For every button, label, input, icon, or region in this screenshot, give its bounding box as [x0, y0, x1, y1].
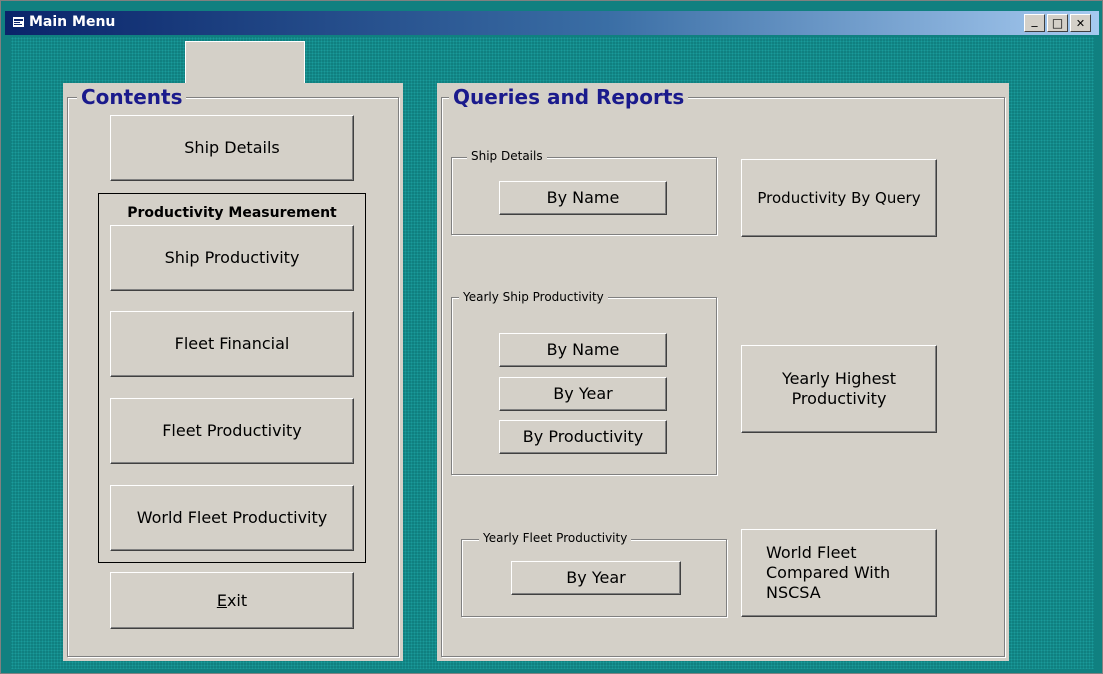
main-menu-window: Main Menu _ □ ✕ Contents Ship Details Pr…	[0, 0, 1103, 674]
yearly-highest-productivity-label: Yearly Highest Productivity	[781, 369, 897, 408]
fleet-productivity-label: Fleet Productivity	[162, 421, 302, 440]
tab-stub[interactable]	[185, 41, 305, 84]
world-fleet-compared-button[interactable]: World Fleet Compared With NSCSA	[741, 529, 937, 617]
yearly-highest-productivity-button[interactable]: Yearly Highest Productivity	[741, 345, 937, 433]
yearly-ship-by-name-label: By Name	[546, 340, 620, 359]
minimize-icon: _	[1031, 13, 1038, 27]
productivity-by-query-label: Productivity By Query	[757, 188, 921, 207]
yearly-ship-by-name-button[interactable]: By Name	[499, 333, 667, 367]
title-bar[interactable]: Main Menu _ □ ✕	[5, 11, 1099, 35]
world-fleet-productivity-label: World Fleet Productivity	[136, 508, 328, 527]
maximize-icon: □	[1051, 16, 1064, 30]
exit-mnemonic: E	[216, 590, 227, 610]
window-title: Main Menu	[29, 14, 116, 30]
contents-legend: Contents	[77, 85, 187, 109]
yearly-ship-by-year-button[interactable]: By Year	[499, 377, 667, 411]
close-icon: ✕	[1075, 16, 1086, 30]
world-fleet-productivity-button[interactable]: World Fleet Productivity	[110, 485, 354, 551]
ship-productivity-label: Ship Productivity	[164, 248, 300, 267]
world-fleet-compared-label: World Fleet Compared With NSCSA	[766, 543, 891, 602]
exit-button[interactable]: Exit	[110, 572, 354, 629]
close-button[interactable]: ✕	[1070, 14, 1091, 32]
queries-panel: Queries and Reports Ship Details By Name…	[437, 83, 1009, 661]
yearly-fleet-by-year-label: By Year	[566, 568, 626, 587]
productivity-measurement-label: Productivity Measurement	[127, 205, 337, 221]
exit-label: Exit	[216, 590, 248, 610]
ship-details-button-label: Ship Details	[184, 138, 280, 157]
app-icon	[13, 17, 24, 27]
yearly-ship-by-year-label: By Year	[553, 384, 613, 403]
fleet-productivity-button[interactable]: Fleet Productivity	[110, 398, 354, 464]
maximize-button[interactable]: □	[1047, 14, 1068, 32]
ship-details-group-label: Ship Details	[467, 149, 547, 163]
yearly-ship-productivity-label: Yearly Ship Productivity	[459, 290, 608, 304]
contents-panel: Contents Ship Details Productivity Measu…	[63, 83, 403, 661]
queries-legend: Queries and Reports	[449, 85, 689, 109]
ship-productivity-button[interactable]: Ship Productivity	[110, 225, 354, 291]
yearly-fleet-by-year-button[interactable]: By Year	[511, 561, 681, 595]
fleet-financial-label: Fleet Financial	[174, 334, 290, 353]
ship-details-button[interactable]: Ship Details	[110, 115, 354, 181]
ship-details-by-name-button[interactable]: By Name	[499, 181, 667, 215]
yearly-ship-by-productivity-button[interactable]: By Productivity	[499, 420, 667, 454]
ship-details-by-name-label: By Name	[546, 188, 620, 207]
yearly-fleet-productivity-label: Yearly Fleet Productivity	[479, 531, 632, 545]
yearly-ship-by-productivity-label: By Productivity	[522, 427, 644, 446]
productivity-by-query-button[interactable]: Productivity By Query	[741, 159, 937, 237]
fleet-financial-button[interactable]: Fleet Financial	[110, 311, 354, 377]
minimize-button[interactable]: _	[1024, 13, 1045, 32]
caption-buttons: _ □ ✕	[1024, 13, 1091, 32]
